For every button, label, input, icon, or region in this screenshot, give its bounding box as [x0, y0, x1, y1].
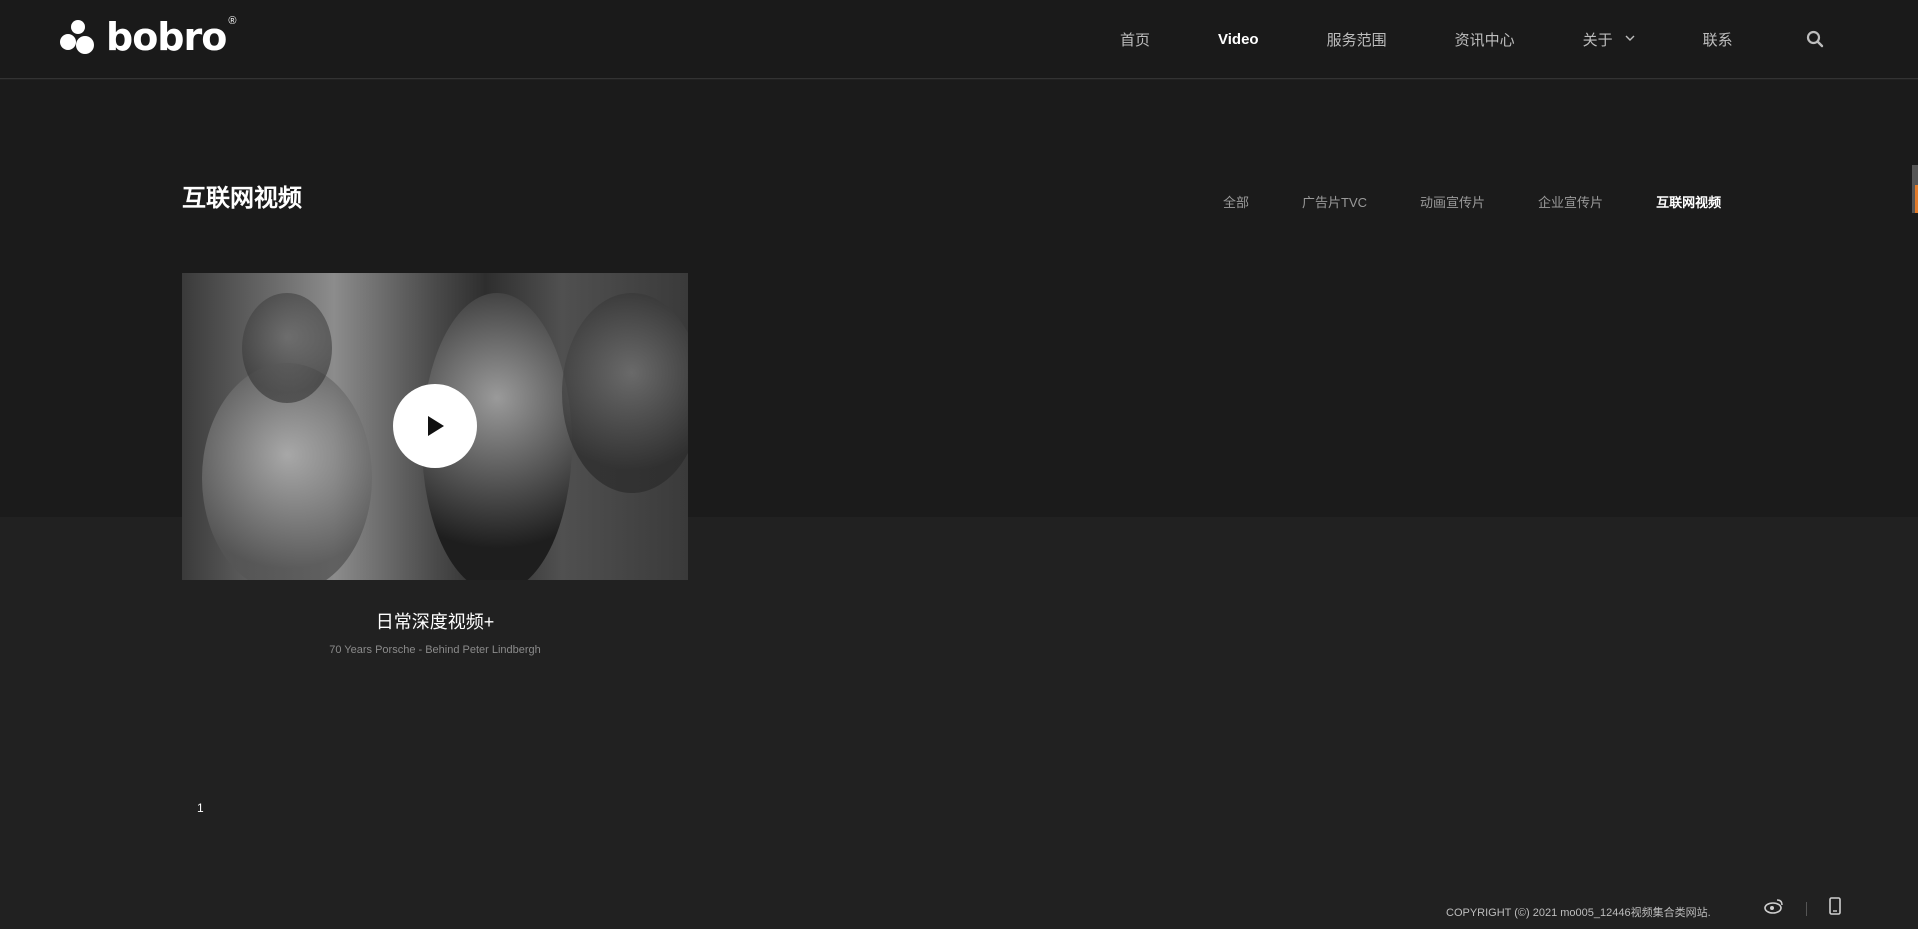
filter-animation[interactable]: 动画宣传片: [1420, 192, 1485, 211]
video-thumbnail[interactable]: [182, 273, 688, 580]
video-card[interactable]: 日常深度视频+ 70 Years Porsche - Behind Peter …: [182, 273, 688, 656]
nav-item-home[interactable]: 首页: [1120, 29, 1150, 50]
mobile-icon[interactable]: [1829, 897, 1841, 920]
play-button[interactable]: [393, 384, 477, 468]
logo-mark-icon: [60, 18, 94, 56]
video-subtitle: 70 Years Porsche - Behind Peter Lindberg…: [329, 644, 541, 656]
nav-item-video[interactable]: Video: [1218, 31, 1259, 48]
nav-item-services[interactable]: 服务范围: [1327, 29, 1387, 50]
filter-all[interactable]: 全部: [1223, 192, 1249, 211]
footer-social: [1764, 897, 1841, 920]
logo-text: bobro: [106, 15, 227, 59]
nav-item-about[interactable]: 关于: [1583, 29, 1635, 50]
category-filters: 全部 广告片TVC 动画宣传片 企业宣传片 互联网视频: [1223, 192, 1774, 211]
copyright-text: COPYRIGHT (©) 2021 mo005_12446视频集合类网站.: [1446, 907, 1711, 919]
filter-tvc[interactable]: 广告片TVC: [1302, 192, 1367, 211]
site-header: bobro ® 首页 Video 服务范围 资讯中心 关于 联系: [0, 0, 1918, 79]
nav-item-news[interactable]: 资讯中心: [1455, 29, 1515, 50]
pagination-page-1[interactable]: 1: [197, 801, 204, 815]
logo-registered-mark: ®: [228, 15, 237, 27]
chevron-down-icon: [1625, 34, 1635, 45]
filter-corporate[interactable]: 企业宣传片: [1538, 192, 1603, 211]
nav-item-about-label: 关于: [1582, 32, 1613, 49]
logo[interactable]: bobro ®: [60, 15, 237, 59]
page-title: 互联网视频: [182, 185, 302, 212]
play-icon: [428, 416, 444, 436]
main-nav: 首页 Video 服务范围 资讯中心 关于 联系: [1120, 0, 1801, 79]
search-icon[interactable]: [1806, 30, 1824, 48]
filter-internet-video[interactable]: 互联网视频: [1656, 192, 1721, 211]
nav-item-contact[interactable]: 联系: [1703, 29, 1733, 50]
video-title[interactable]: 日常深度视频+: [182, 608, 688, 634]
footer-divider: [1806, 901, 1807, 916]
weibo-icon[interactable]: [1764, 898, 1784, 919]
